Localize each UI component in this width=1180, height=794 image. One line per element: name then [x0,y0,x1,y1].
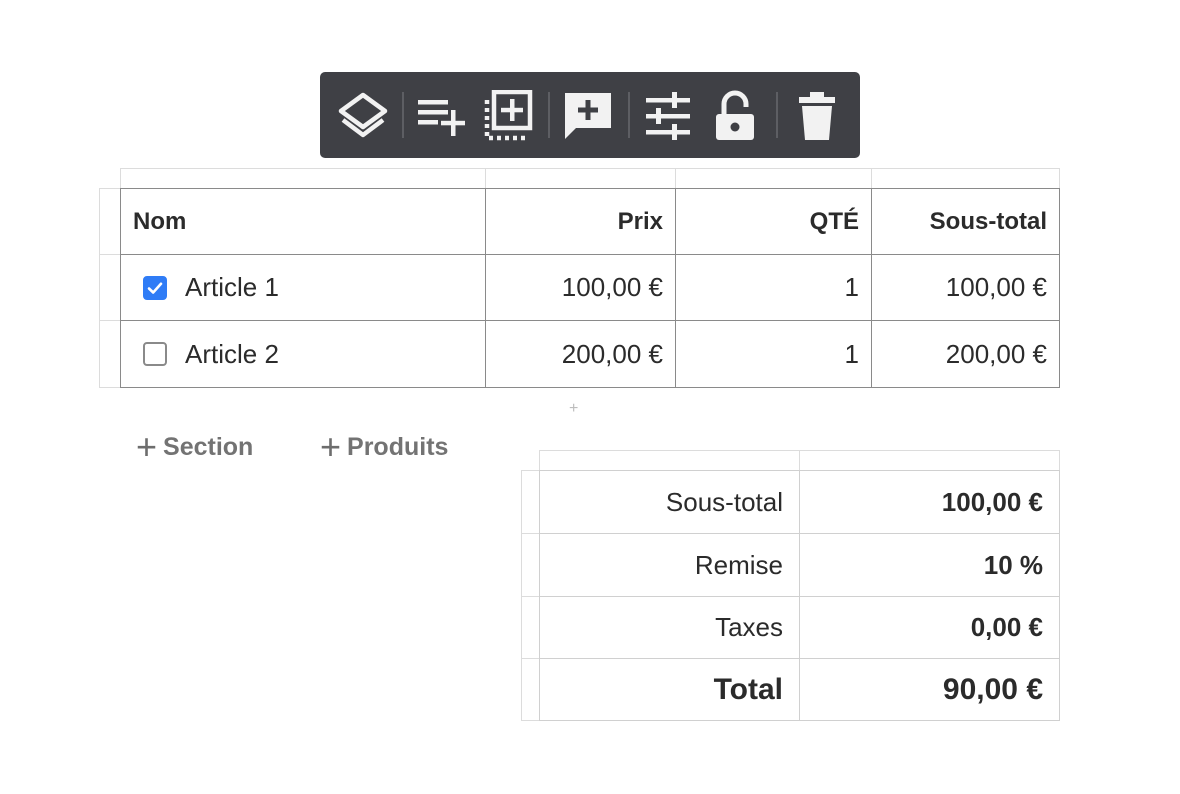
check-icon [147,282,163,294]
column-header-subtotal: Sous-total [871,188,1060,255]
add-row-button[interactable] [412,88,468,144]
item-name-cell[interactable]: Article 2 [120,320,486,388]
subtotal-value: 100,00 € [799,470,1060,534]
trash-icon [799,92,835,140]
guide-line [120,168,121,190]
items-table: Nom Prix QTÉ Sous-total Article 1 100,00… [120,188,1060,388]
select-add-icon [484,90,533,141]
toolbar-separator [776,92,778,138]
add-section-label: Section [163,432,254,461]
column-header-name: Nom [120,188,486,255]
item-name: Article 1 [185,272,279,302]
add-block-button[interactable] [480,88,536,144]
guide-line [99,387,121,388]
guide-line [799,450,800,472]
table-row[interactable]: Article 1 100,00 € 1 100,00 € [120,254,1060,321]
guide-line [1059,450,1060,472]
block-toolbar [320,72,860,158]
totals-row-taxes[interactable]: Taxes 0,00 € [539,596,1060,659]
comment-add-icon [565,93,611,139]
totals-row-discount[interactable]: Remise 10 % [539,533,1060,597]
guide-line [485,168,486,190]
total-value: 90,00 € [799,658,1060,721]
guide-line [99,188,100,388]
add-products-button[interactable]: + Produits [320,426,449,467]
delete-button[interactable] [789,88,845,144]
insert-row-plus-icon[interactable]: + [569,400,578,418]
add-products-label: Produits [347,432,449,461]
guide-line [120,168,1060,169]
item-checkbox-unchecked[interactable] [143,342,167,366]
column-header-price: Prix [485,188,676,255]
lock-button[interactable] [708,88,764,144]
item-qty[interactable]: 1 [675,320,872,388]
guide-line [675,168,676,190]
total-label: Total [539,658,800,721]
guide-line [521,658,541,659]
item-name: Article 2 [185,338,279,369]
toolbar-separator [548,92,550,138]
guide-line [521,720,541,721]
playlist-add-icon [418,100,465,136]
item-name-cell[interactable]: Article 1 [120,254,486,321]
column-header-qty: QTÉ [675,188,872,255]
add-comment-button[interactable] [560,88,616,144]
item-qty[interactable]: 1 [675,254,872,321]
item-subtotal: 100,00 € [871,254,1060,321]
discount-value[interactable]: 10 % [799,533,1060,597]
totals-row-subtotal: Sous-total 100,00 € [539,470,1060,534]
guide-line [1059,168,1060,190]
toolbar-separator [628,92,630,138]
guide-line [521,533,541,534]
toolbar-separator [402,92,404,138]
totals-row-total: Total 90,00 € [539,658,1060,721]
guide-line [99,320,121,321]
guide-line [539,450,540,472]
settings-button[interactable] [640,88,696,144]
totals-table: Sous-total 100,00 € Remise 10 % Taxes 0,… [539,470,1060,721]
item-checkbox-checked[interactable] [143,275,167,300]
tune-icon [646,92,690,140]
discount-label: Remise [539,533,800,597]
proposal-editor: Nom Prix QTÉ Sous-total Article 1 100,00… [0,0,1180,794]
layers-icon [338,92,388,138]
taxes-label: Taxes [539,596,800,659]
subtotal-label: Sous-total [539,470,800,534]
item-price[interactable]: 100,00 € [485,254,676,321]
guide-line [521,596,541,597]
guide-line [871,168,872,190]
table-header-row: Nom Prix QTÉ Sous-total [120,188,1060,255]
item-subtotal: 200,00 € [871,320,1060,388]
lock-open-icon [716,90,754,140]
plus-icon: + [136,426,158,467]
plus-icon: + [320,426,342,467]
taxes-value[interactable]: 0,00 € [799,596,1060,659]
guide-line [99,188,121,189]
guide-line [521,470,541,471]
layers-button[interactable] [335,88,391,144]
table-row[interactable]: Article 2 200,00 € 1 200,00 € [120,320,1060,388]
item-price[interactable]: 200,00 € [485,320,676,388]
guide-line [99,254,121,255]
add-section-button[interactable]: + Section [136,426,254,467]
